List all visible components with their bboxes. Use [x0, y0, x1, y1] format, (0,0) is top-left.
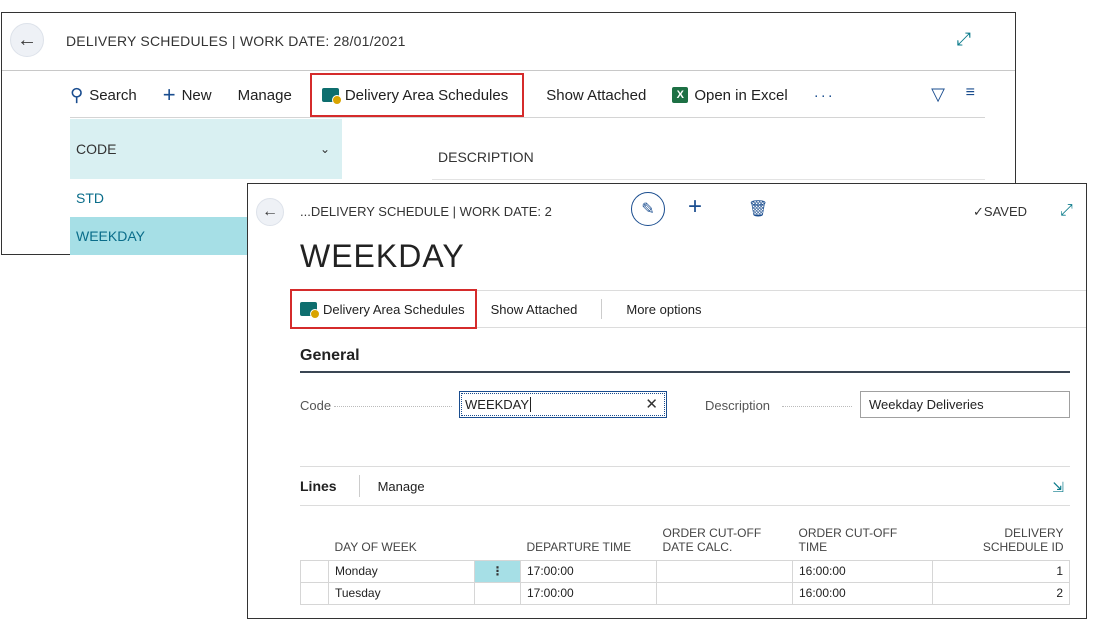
show-attached-button[interactable]: Show Attached [546, 87, 646, 104]
delivery-schedule-id-label-2: SCHEDULE ID [982, 539, 1064, 554]
select-column-header [301, 506, 329, 560]
list-page-header: ← DELIVERY SCHEDULES | WORK DATE: 28/01/… [2, 13, 1015, 71]
code-value: WEEKDAY [465, 397, 530, 412]
order-cutoff-time-cell[interactable]: 16:00:00 [792, 559, 933, 583]
code-column-header[interactable]: CODE ⌄ [70, 119, 342, 179]
delivery-schedule-id-cell[interactable]: 1 [932, 559, 1070, 583]
search-label: Search [89, 86, 137, 104]
open-in-excel-button[interactable]: X Open in Excel [672, 86, 788, 104]
show-attached-label: Show Attached [546, 86, 647, 104]
row-selector[interactable] [300, 559, 329, 583]
order-cutoff-time-label-2: TIME [798, 539, 828, 554]
more-actions-button[interactable]: ··· [814, 87, 835, 104]
show-attached-button[interactable]: Show Attached [491, 302, 578, 317]
order-cutoff-date-calc-label-2: DATE CALC. [662, 539, 733, 554]
order-cutoff-time-cell[interactable]: 16:00:00 [792, 581, 933, 605]
delivery-area-schedules-icon [321, 88, 342, 105]
departure-time-cell[interactable]: 17:00:00 [520, 559, 657, 583]
action-divider [358, 475, 360, 497]
row-actions-cell[interactable] [474, 581, 521, 605]
delivery-area-schedules-icon [300, 302, 320, 319]
text-caret [530, 397, 532, 412]
search-button[interactable]: ⚲ Search [70, 85, 137, 106]
delivery-area-schedules-label: Delivery Area Schedules [344, 86, 509, 104]
checkmark-icon: ✓ [973, 204, 984, 219]
back-arrow-icon[interactable]: ← [10, 23, 44, 57]
chevron-down-icon[interactable]: ⌄ [320, 142, 330, 156]
delivery-schedule-id-label-1: DELIVERY [1004, 525, 1064, 540]
delivery-area-schedules-button[interactable]: Delivery Area Schedules [290, 289, 477, 329]
plus-icon: + [162, 82, 176, 107]
order-cutoff-time-header[interactable]: ORDER CUT-OFF TIME [793, 506, 933, 560]
new-button[interactable]: + New [163, 82, 212, 108]
code-label: Code [300, 398, 332, 413]
departure-time-header-label: DEPARTURE TIME [526, 539, 632, 554]
code-field[interactable]: WEEKDAY ✕ [459, 391, 667, 418]
order-cutoff-date-calc-header[interactable]: ORDER CUT-OFF DATE CALC. [657, 506, 793, 560]
action-divider [601, 299, 603, 319]
lines-manage-button[interactable]: Manage [378, 479, 425, 494]
field-leader-dots [334, 406, 452, 407]
more-options-button[interactable]: More options [626, 302, 701, 317]
delivery-schedule-id-header[interactable]: DELIVERY SCHEDULE ID [933, 506, 1070, 560]
row-actions-menu-icon[interactable]: ⋮ [474, 559, 521, 583]
code-column-label: CODE [76, 141, 117, 157]
excel-icon: X [672, 87, 689, 103]
departure-time-header[interactable]: DEPARTURE TIME [521, 506, 657, 560]
list-row-code: STD [76, 190, 104, 206]
description-column-header[interactable]: DESCRIPTION [438, 149, 534, 165]
saved-status: ✓SAVED [973, 204, 1027, 220]
manage-button[interactable]: Manage [238, 87, 292, 104]
day-of-week-cell[interactable]: Monday [328, 559, 475, 583]
card-action-bar: Delivery Area Schedules Show Attached Mo… [290, 289, 1086, 329]
clear-icon[interactable]: ✕ [645, 395, 658, 413]
order-cutoff-date-calc-label-1: ORDER CUT-OFF [662, 525, 762, 540]
lines-header-row: DAY OF WEEK DEPARTURE TIME ORDER CUT-OFF… [301, 506, 1070, 560]
description-field[interactable]: Weekday Deliveries [860, 391, 1070, 418]
day-of-week-header-label: DAY OF WEEK [334, 539, 417, 554]
list-action-bar: ⚲ Search + New Manage Delivery Area Sche… [70, 73, 985, 118]
record-heading: WEEKDAY [300, 238, 465, 274]
list-row-code: WEEKDAY [76, 228, 145, 244]
departure-time-cell[interactable]: 17:00:00 [520, 581, 657, 605]
filter-icon[interactable]: ▽ [931, 84, 945, 105]
expand-icon[interactable]: ⤢ [957, 29, 971, 50]
delivery-area-schedules-label: Delivery Area Schedules [323, 301, 465, 317]
order-cutoff-date-calc-cell[interactable] [656, 581, 793, 605]
plus-icon[interactable]: + [688, 193, 702, 221]
lines-section-title[interactable]: Lines [300, 478, 337, 494]
new-label: New [181, 86, 212, 104]
expand-icon[interactable]: ⤢ [1060, 202, 1073, 220]
row-selector[interactable] [300, 581, 329, 605]
table-row[interactable]: Monday ⋮ 17:00:00 16:00:00 1 [300, 559, 1070, 583]
delivery-schedule-card-window: ← ...DELIVERY SCHEDULE | WORK DATE: 2 ✎ … [247, 183, 1087, 619]
row-menu-header [475, 506, 521, 560]
back-arrow-icon[interactable]: ← [256, 198, 284, 226]
list-view-icon[interactable]: ≡ [966, 84, 975, 102]
saved-label: SAVED [983, 204, 1028, 219]
order-cutoff-time-label-1: ORDER CUT-OFF [798, 525, 898, 540]
delivery-area-schedules-button[interactable]: Delivery Area Schedules [309, 73, 525, 117]
table-row[interactable]: Tuesday 17:00:00 16:00:00 2 [300, 581, 1070, 605]
section-divider [300, 371, 1070, 373]
list-page-title: DELIVERY SCHEDULES | WORK DATE: 28/01/20… [66, 33, 406, 49]
column-divider [432, 179, 985, 180]
description-value: Weekday Deliveries [869, 397, 984, 412]
field-leader-dots [782, 406, 852, 407]
open-in-excel-label: Open in Excel [694, 86, 788, 104]
day-of-week-header[interactable]: DAY OF WEEK [329, 506, 475, 560]
card-page-title: ...DELIVERY SCHEDULE | WORK DATE: 2 [300, 204, 552, 219]
general-section-title[interactable]: General [300, 347, 360, 365]
day-of-week-cell[interactable]: Tuesday [328, 581, 475, 605]
lines-table: DAY OF WEEK DEPARTURE TIME ORDER CUT-OFF… [300, 506, 1070, 605]
description-label: Description [705, 398, 771, 413]
expand-lines-icon[interactable]: ⇲ [1052, 479, 1064, 496]
manage-label: Manage [237, 86, 292, 104]
order-cutoff-date-calc-cell[interactable] [656, 559, 793, 583]
pencil-icon[interactable]: ✎ [631, 192, 665, 226]
search-icon: ⚲ [70, 84, 84, 105]
lines-action-bar: Lines Manage ⇲ [300, 466, 1070, 506]
delivery-schedule-id-cell[interactable]: 2 [932, 581, 1070, 605]
trash-icon[interactable]: 🗑 [748, 199, 768, 219]
